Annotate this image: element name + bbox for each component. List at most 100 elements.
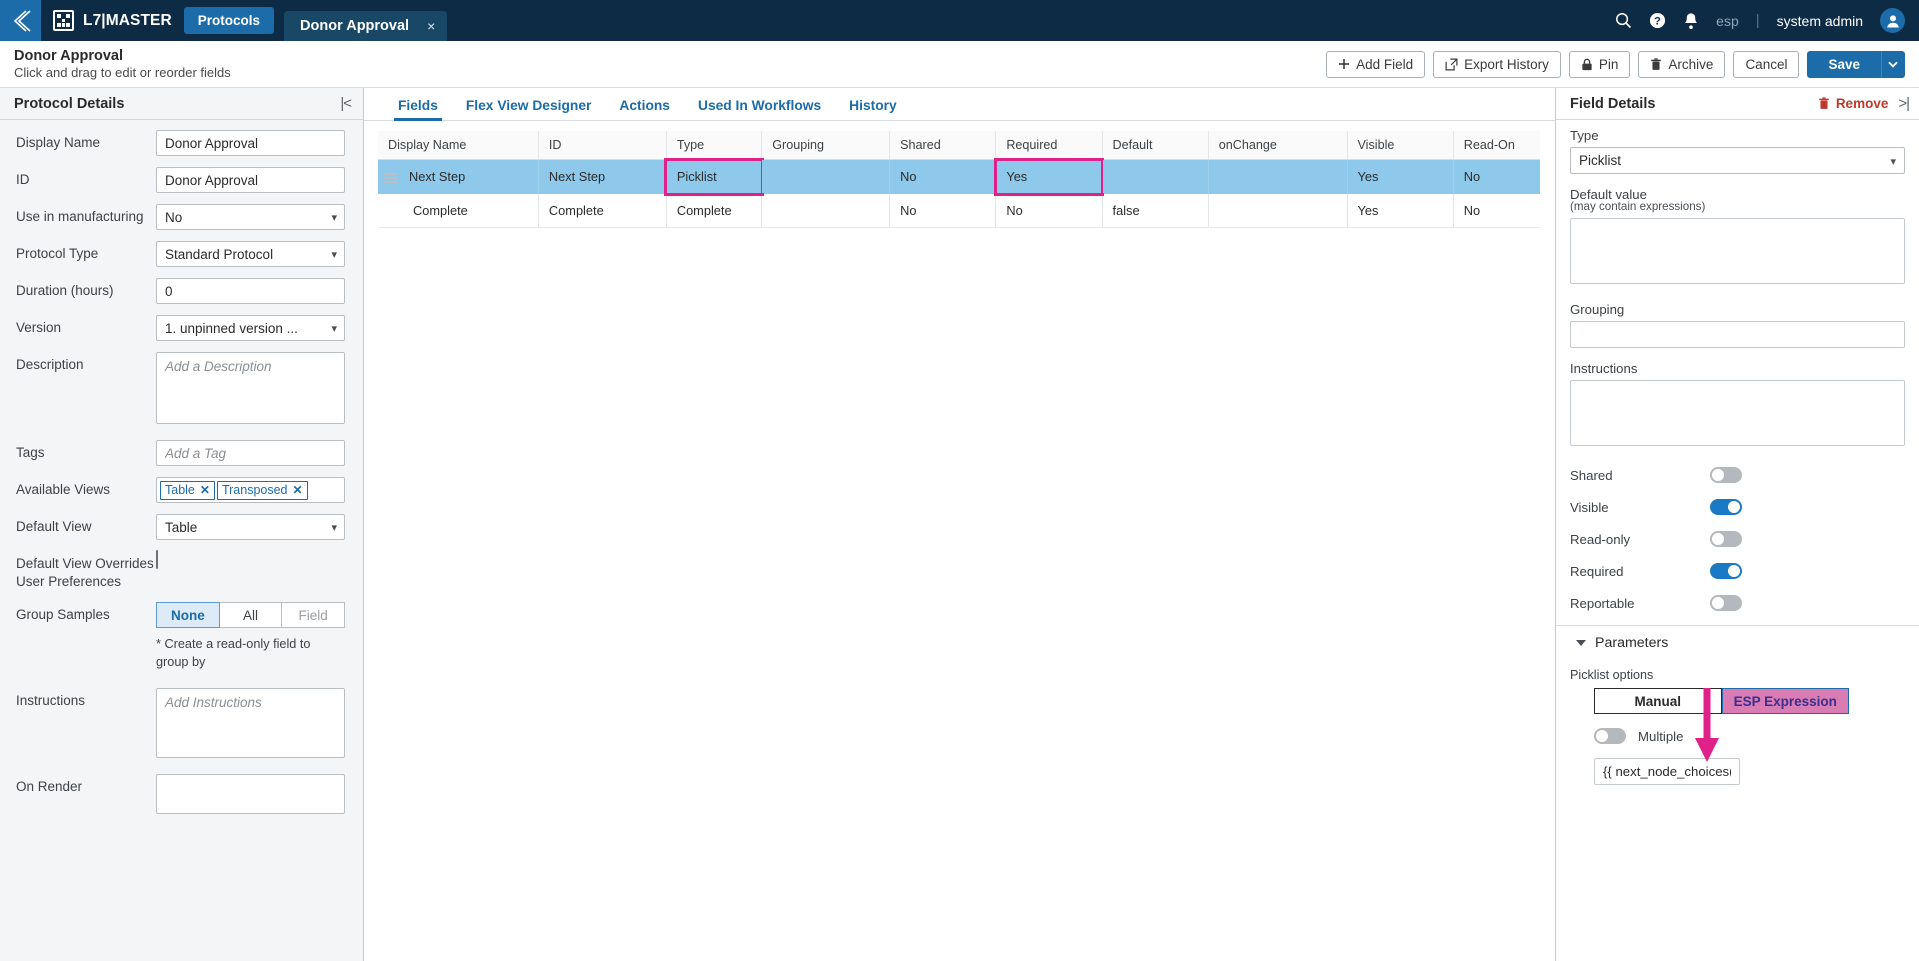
cell-id[interactable]: Complete [538, 193, 667, 228]
group-samples-option-all[interactable]: All [219, 602, 283, 629]
id-input[interactable] [156, 167, 345, 193]
column-header-default[interactable]: Default [1102, 131, 1209, 160]
column-header-id[interactable]: ID [538, 131, 667, 160]
document-tab-donor-approval[interactable]: Donor Approval × [284, 11, 448, 41]
cell-default[interactable]: false [1102, 193, 1209, 228]
cell-id[interactable]: Next Step [538, 159, 667, 194]
back-chevron-icon[interactable] [0, 0, 41, 41]
available-views-chip-container[interactable]: Table ✕ Transposed ✕ [156, 477, 345, 503]
cell-shared[interactable]: No [889, 193, 997, 228]
field-default-view-override: Default View Overrides User Preferences [16, 550, 349, 591]
display-name-input[interactable] [156, 130, 345, 156]
save-dropdown-toggle[interactable] [1881, 50, 1905, 78]
close-icon[interactable]: × [427, 18, 435, 34]
reportable-toggle[interactable] [1710, 595, 1742, 611]
cell-onchange[interactable] [1208, 159, 1348, 194]
default-view-override-label: Default View Overrides User Preferences [16, 556, 154, 590]
drag-handle-icon[interactable] [384, 172, 397, 183]
cell-display-name[interactable]: Complete [378, 193, 539, 228]
cell-type[interactable]: Picklist [664, 157, 764, 196]
field-instructions-textarea[interactable] [1570, 380, 1905, 446]
pin-button[interactable]: Pin [1568, 50, 1631, 78]
notification-bell-icon[interactable] [1683, 12, 1699, 30]
table-row[interactable]: Complete Complete Complete No No false Y… [378, 193, 1540, 228]
toggle-row-visible: Visible [1570, 491, 1905, 523]
user-avatar-icon[interactable] [1880, 8, 1905, 33]
instructions-textarea[interactable] [156, 687, 345, 758]
tab-used-in-workflows[interactable]: Used In Workflows [684, 98, 835, 120]
column-header-display-name[interactable]: Display Name [378, 131, 539, 160]
cell-type[interactable]: Complete [666, 193, 763, 228]
tab-history[interactable]: History [835, 98, 911, 120]
description-textarea[interactable] [156, 352, 345, 424]
tags-input[interactable] [156, 440, 345, 466]
parameters-section-header[interactable]: Parameters [1556, 625, 1919, 660]
column-header-read-only[interactable]: Read-On [1453, 131, 1540, 160]
shared-toggle[interactable] [1710, 467, 1742, 483]
cell-read-only[interactable]: No [1453, 159, 1540, 194]
remove-field-button[interactable]: Remove [1818, 96, 1888, 111]
tab-flex-view-designer[interactable]: Flex View Designer [452, 98, 606, 120]
column-header-type[interactable]: Type [666, 131, 763, 160]
nav-tab-protocols[interactable]: Protocols [183, 7, 275, 34]
group-samples-option-none[interactable]: None [156, 602, 220, 629]
top-navigation-bar: L7|MASTER Protocols Donor Approval × ? e… [0, 0, 1919, 41]
column-header-grouping[interactable]: Grouping [761, 131, 891, 160]
visible-toggle[interactable] [1710, 499, 1742, 515]
cell-visible[interactable]: Yes [1347, 193, 1454, 228]
cell-grouping[interactable] [761, 159, 891, 194]
tab-actions[interactable]: Actions [605, 98, 684, 120]
add-field-button[interactable]: Add Field [1326, 50, 1426, 78]
required-toggle[interactable] [1710, 563, 1742, 579]
save-button[interactable]: Save [1807, 50, 1881, 78]
cell-required[interactable]: No [995, 193, 1103, 228]
duration-input[interactable] [156, 278, 345, 304]
collapse-right-icon[interactable]: >| [1898, 95, 1910, 112]
cell-required[interactable]: Yes [993, 157, 1105, 196]
archive-button[interactable]: Archive [1638, 50, 1726, 78]
version-select[interactable]: 1. unpinned version ... [156, 315, 345, 341]
toolbar-actions: Add Field Export History Pin Archive Can… [1326, 50, 1905, 78]
chip-table[interactable]: Table ✕ [160, 480, 215, 500]
cell-grouping[interactable] [761, 193, 891, 228]
search-icon[interactable] [1615, 12, 1632, 29]
picklist-mode-manual[interactable]: Manual [1594, 688, 1722, 714]
cell-default[interactable] [1102, 159, 1209, 194]
chip-transposed-label: Transposed [221, 482, 288, 497]
group-samples-option-field[interactable]: Field [282, 602, 346, 629]
table-row[interactable]: Next Step Next Step Picklist No Yes Yes … [378, 157, 1540, 196]
cell-display-name[interactable]: Next Step [378, 159, 539, 194]
tab-fields[interactable]: Fields [384, 98, 452, 121]
on-render-textarea[interactable] [156, 773, 345, 814]
cell-shared[interactable]: No [889, 159, 997, 194]
collapse-left-icon[interactable]: |< [340, 95, 352, 112]
type-select[interactable]: Picklist [1570, 147, 1905, 174]
chip-transposed[interactable]: Transposed ✕ [216, 480, 308, 500]
protocol-type-select[interactable]: Standard Protocol [156, 241, 345, 267]
read-only-toggle[interactable] [1710, 531, 1742, 547]
default-view-select[interactable]: Table [156, 514, 345, 540]
field-details-panel: Field Details Remove >| Type Picklist ▾ … [1555, 88, 1919, 961]
use-in-manufacturing-select[interactable]: No [156, 204, 345, 230]
field-details-header: Field Details Remove >| [1556, 88, 1919, 120]
export-history-button[interactable]: Export History [1433, 50, 1561, 78]
help-circle-icon[interactable]: ? [1649, 12, 1666, 29]
default-view-override-checkbox[interactable] [156, 550, 158, 569]
grouping-input[interactable] [1570, 321, 1905, 348]
cell-onchange[interactable] [1208, 193, 1348, 228]
cancel-button[interactable]: Cancel [1733, 50, 1800, 78]
column-header-onchange[interactable]: onChange [1208, 131, 1348, 160]
picklist-mode-esp-expression[interactable]: ESP Expression [1721, 688, 1849, 714]
chip-remove-icon[interactable]: ✕ [200, 483, 210, 497]
column-header-shared[interactable]: Shared [889, 131, 997, 160]
parameters-section-title: Parameters [1595, 635, 1669, 651]
default-value-textarea[interactable] [1570, 218, 1905, 284]
multiple-toggle[interactable] [1594, 728, 1626, 744]
cell-read-only[interactable]: No [1453, 193, 1540, 228]
column-header-required[interactable]: Required [995, 131, 1103, 160]
cell-visible[interactable]: Yes [1347, 159, 1454, 194]
chip-remove-icon[interactable]: ✕ [293, 483, 303, 497]
cell-display-name-text: Next Step [409, 169, 466, 184]
expression-input[interactable] [1594, 758, 1740, 785]
column-header-visible[interactable]: Visible [1347, 131, 1454, 160]
